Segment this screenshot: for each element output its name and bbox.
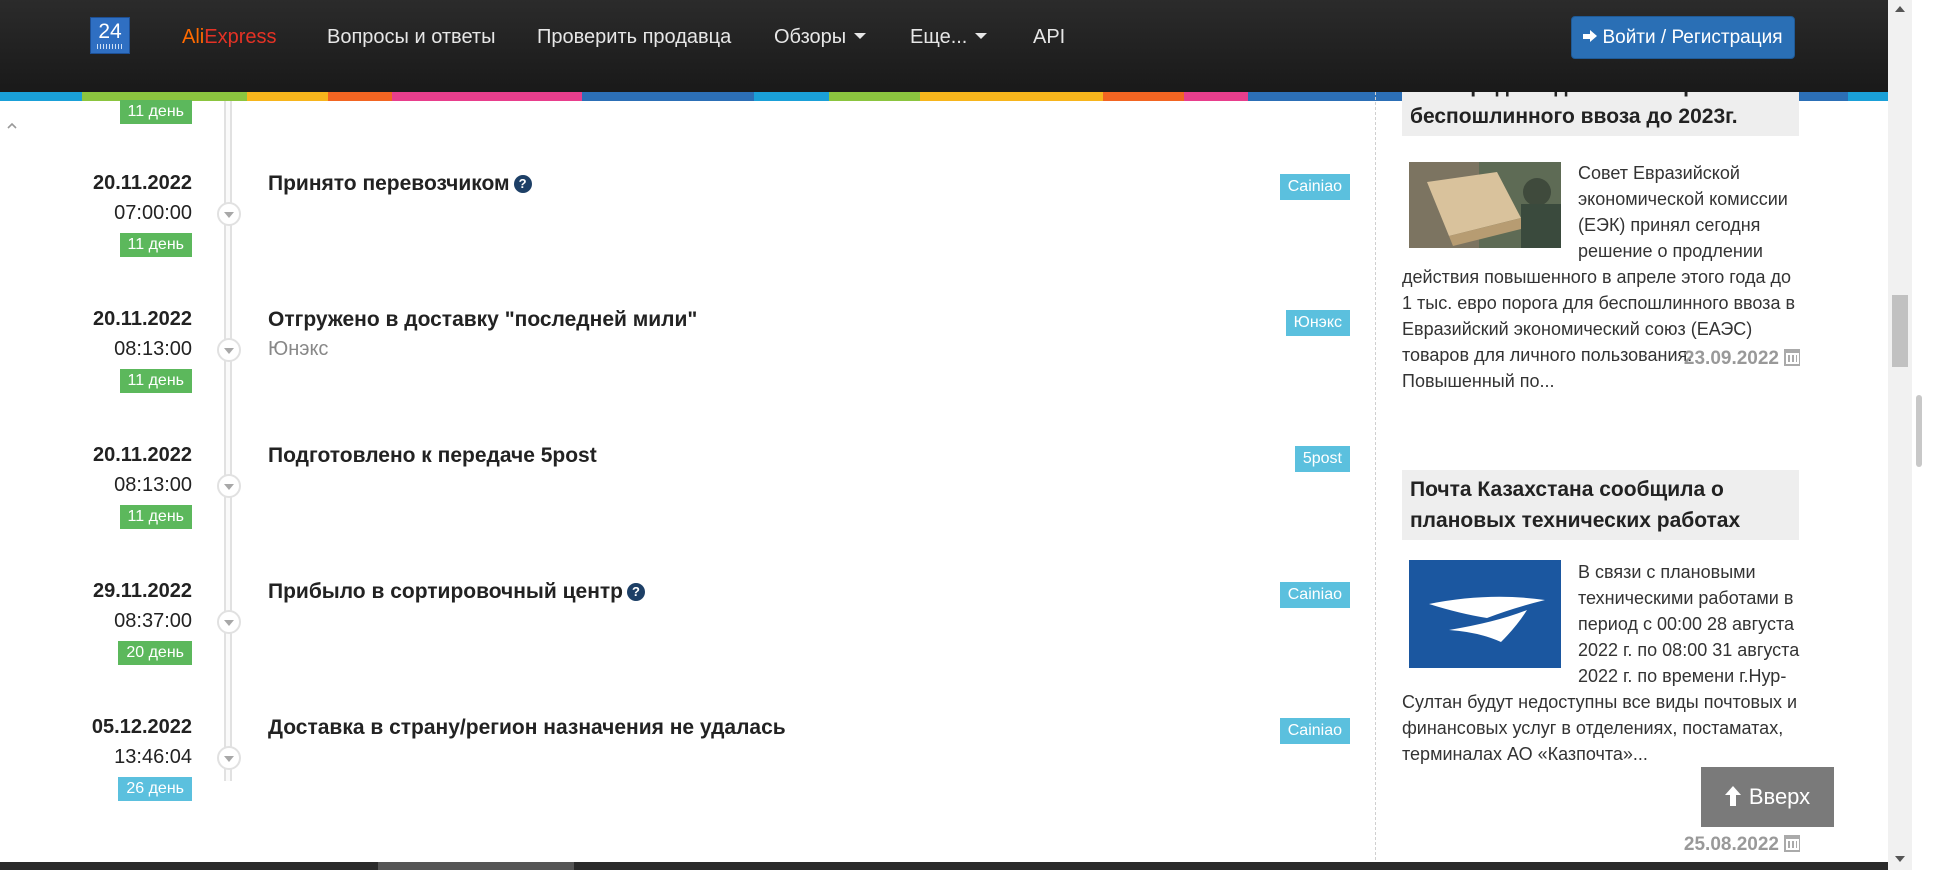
timeline-event-partial: 11 день: [0, 100, 1370, 126]
timeline-marker-icon[interactable]: [217, 338, 241, 362]
days-badge: 26 день: [118, 777, 192, 801]
page-scrollbar[interactable]: [1888, 0, 1912, 870]
timeline-event: 20.11.2022 07:00:00 11 день Принято пере…: [0, 172, 1370, 292]
scroll-to-top-button[interactable]: Вверх: [1701, 767, 1834, 827]
sign-in-icon: [1583, 29, 1598, 44]
event-subtitle: Юнэкс: [268, 338, 329, 360]
nav-check-seller[interactable]: Проверить продавца: [537, 26, 731, 49]
tracking-timeline: 11 день 20.11.2022 07:00:00 11 день Прин…: [0, 100, 1370, 870]
event-date: 20.11.2022: [93, 172, 192, 194]
nav-aliexpress-label-a: Ali: [182, 26, 205, 48]
nav-api[interactable]: API: [1033, 26, 1065, 49]
horizontal-scrollbar[interactable]: [0, 862, 1888, 870]
news-title[interactable]: Почта Казахстана сообщила о плановых тех…: [1402, 470, 1799, 540]
outer-scrollbar[interactable]: [1912, 0, 1942, 870]
carrier-badge: 5post: [1294, 446, 1350, 472]
site-logo[interactable]: 24: [90, 17, 130, 54]
timeline-marker-icon[interactable]: [217, 610, 241, 634]
news-excerpt: В связи с плановыми техническими работам…: [1402, 559, 1800, 767]
event-time: 13:46:04: [114, 746, 192, 768]
calendar-icon: [1784, 349, 1800, 366]
news-date-text: 23.09.2022: [1683, 348, 1779, 369]
caret-down-icon: [975, 33, 988, 39]
event-title-text: Принято перевозчиком: [268, 172, 510, 195]
news-date: 25.08.2022: [1402, 834, 1800, 856]
carrier-badge: Юнэкс: [1285, 310, 1350, 336]
news-date: 23.09.2022: [1402, 348, 1800, 370]
event-date: 29.11.2022: [93, 580, 192, 602]
event-date: 20.11.2022: [93, 444, 192, 466]
scroll-down-arrow-icon[interactable]: [1895, 856, 1905, 862]
days-badge: 20 день: [118, 641, 192, 665]
carrier-badge: Cainiao: [1279, 174, 1350, 200]
nav-reviews-dropdown[interactable]: Обзоры: [774, 26, 867, 49]
timeline-marker-icon[interactable]: [217, 746, 241, 770]
event-title: Принято перевозчиком?: [268, 172, 532, 196]
stripe-segment: [1848, 92, 1889, 101]
event-time: 08:13:00: [114, 474, 192, 496]
scrollbar-thumb[interactable]: [1892, 295, 1908, 367]
event-date: 05.12.2022: [91, 716, 192, 738]
event-title-text: Прибыло в сортировочный центр: [268, 580, 623, 603]
scroll-to-top-label: Вверх: [1748, 784, 1811, 809]
event-title: Доставка в страну/регион назначения не у…: [268, 716, 786, 739]
nav-questions[interactable]: Вопросы и ответы: [327, 26, 495, 49]
nav-aliexpress[interactable]: AliExpress: [182, 26, 276, 49]
timeline-event: 05.12.2022 13:46:04 26 день Доставка в с…: [0, 716, 1370, 836]
timeline-event: 20.11.2022 08:13:00 11 день Отгружено в …: [0, 308, 1370, 428]
outer-scrollbar-thumb[interactable]: [1916, 395, 1922, 467]
timeline-marker-icon[interactable]: [217, 474, 241, 498]
days-badge: 11 день: [119, 369, 192, 393]
question-circle-icon[interactable]: ?: [513, 175, 532, 193]
event-title: Прибыло в сортировочный центр?: [268, 580, 645, 604]
nav-more-dropdown[interactable]: Еще...: [910, 26, 988, 49]
nav-aliexpress-label-b: Express: [204, 26, 277, 48]
carrier-badge: Cainiao: [1279, 582, 1350, 608]
event-time: 07:00:00: [114, 202, 192, 224]
news-title[interactable]: ЕЭК продлил действие порога беспошлинног…: [1402, 92, 1799, 136]
login-register-button[interactable]: Войти / Регистрация: [1571, 16, 1795, 59]
timeline-event: 29.11.2022 08:37:00 20 день Прибыло в со…: [0, 580, 1370, 700]
top-navbar: 24 AliExpress Вопросы и ответы Проверить…: [0, 0, 1888, 92]
event-time: 08:13:00: [114, 338, 192, 360]
timeline-event: 20.11.2022 08:13:00 11 день Подготовлено…: [0, 444, 1370, 564]
news-date-text: 25.08.2022: [1683, 834, 1779, 855]
caret-down-icon: [854, 33, 867, 39]
arrow-up-icon: [1724, 786, 1741, 806]
scroll-up-arrow-icon[interactable]: [1895, 6, 1905, 12]
horizontal-scrollbar-thumb[interactable]: [378, 862, 574, 870]
calendar-icon: [1784, 835, 1800, 852]
login-register-label: Войти / Регистрация: [1602, 27, 1783, 48]
news-sidebar: ЕЭК продлил действие порога беспошлинног…: [1375, 92, 1800, 870]
timeline-marker-icon[interactable]: [217, 202, 241, 226]
logo-text: 24: [98, 20, 122, 43]
days-badge: 11 день: [119, 505, 192, 529]
event-time: 08:37:00: [114, 610, 192, 632]
event-date: 20.11.2022: [93, 308, 192, 330]
barcode-icon: [97, 44, 123, 49]
carrier-badge: Cainiao: [1279, 718, 1350, 744]
question-circle-icon[interactable]: ?: [627, 583, 645, 601]
event-title: Отгружено в доставку "последней мили": [268, 308, 698, 331]
nav-reviews-label: Обзоры: [774, 26, 847, 48]
days-badge: 11 день: [119, 233, 192, 257]
stripe-segment: [1795, 92, 1849, 101]
nav-more-label: Еще...: [910, 26, 968, 48]
event-title: Подготовлено к передаче 5post: [268, 444, 597, 467]
days-badge: 11 день: [119, 100, 192, 124]
